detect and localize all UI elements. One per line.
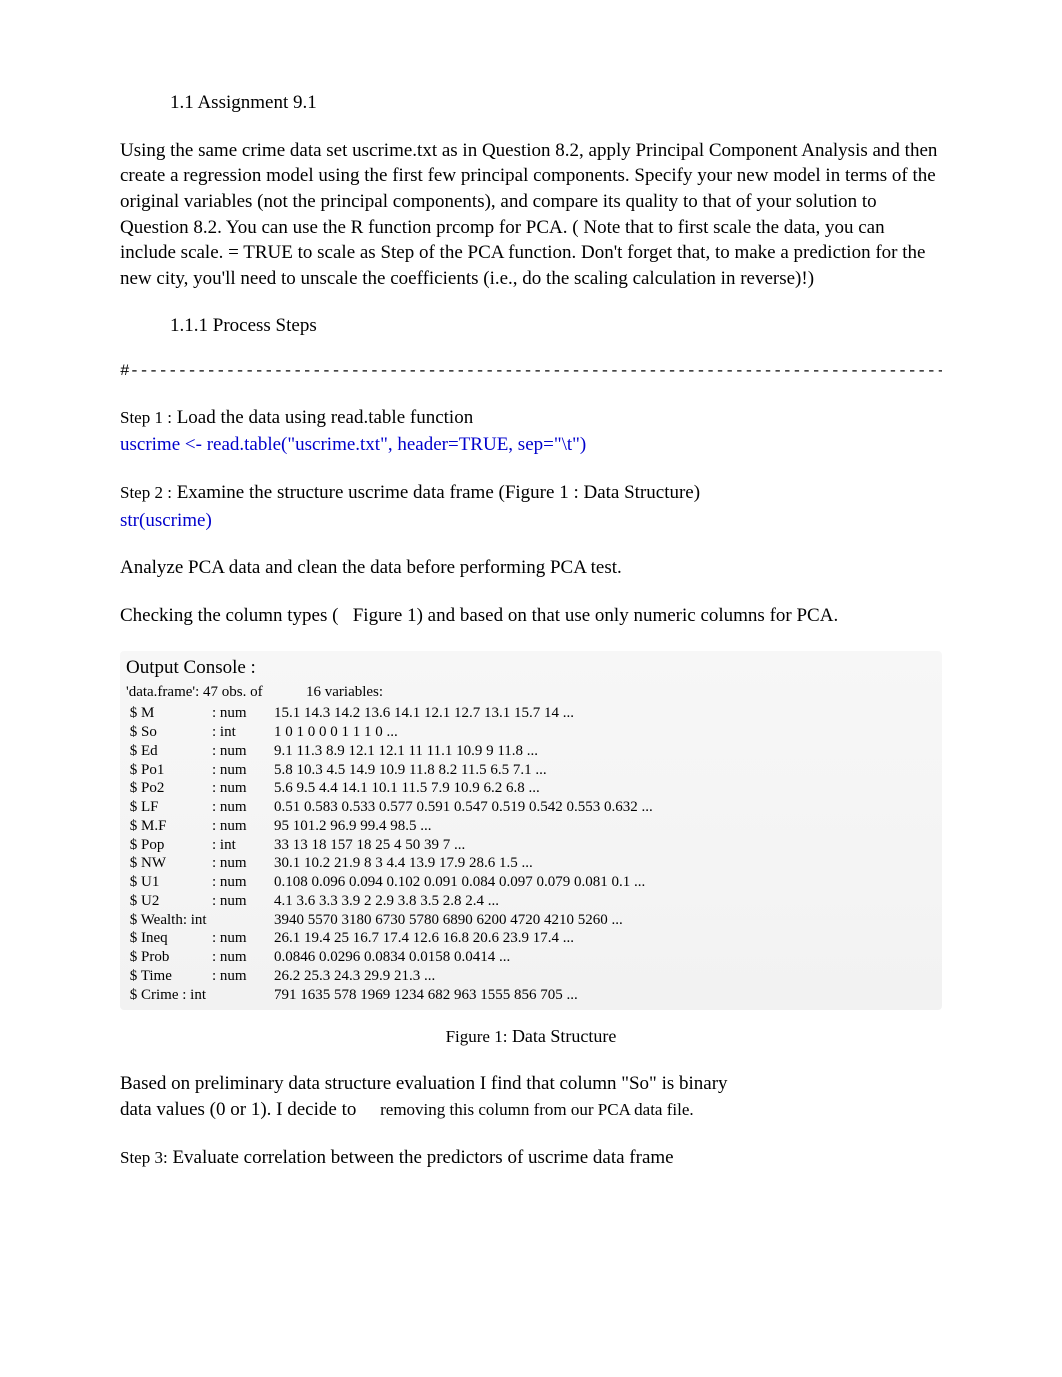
intro-paragraph: Using the same crime data set uscrime.tx… — [120, 138, 942, 292]
var-values: 0.108 0.096 0.094 0.102 0.091 0.084 0.09… — [274, 874, 645, 890]
step-1-label: Step 1 : — [120, 408, 172, 427]
var-name: $ Po1 — [126, 761, 212, 780]
step-3-text: Evaluate correlation between the predict… — [168, 1147, 674, 1168]
checking-fig: Figure 1 — [353, 605, 417, 626]
console-header: 'data.frame': 47 obs. of16 variables: — [126, 682, 936, 702]
var-name: $ So — [126, 723, 212, 742]
console-var-row: $ U1: num0.108 0.096 0.094 0.102 0.091 0… — [126, 873, 936, 892]
checking-pre: Checking the column types ( — [120, 605, 338, 626]
console-var-row: $ Wealth: int3940 5570 3180 6730 5780 68… — [126, 911, 936, 930]
console-var-row: $ Pop: int33 13 18 157 18 25 4 50 39 7 .… — [126, 836, 936, 855]
var-type: : num — [212, 742, 274, 761]
prelim-paragraph: Based on preliminary data structure eval… — [120, 1071, 942, 1122]
var-values: 791 1635 578 1969 1234 682 963 1555 856 … — [274, 987, 578, 1003]
var-type: : num — [212, 704, 274, 723]
var-values: 3940 5570 3180 6730 5780 6890 6200 4720 … — [274, 912, 623, 928]
var-type: : num — [212, 817, 274, 836]
step-2-block: Step 2 : Examine the structure uscrime d… — [120, 480, 942, 533]
step-3-block: Step 3: Evaluate correlation between the… — [120, 1145, 942, 1171]
console-var-row: $ NW: num30.1 10.2 21.9 8 3 4.4 13.9 17.… — [126, 854, 936, 873]
var-values: 4.1 3.6 3.3 3.9 2 2.9 3.8 3.5 2.8 2.4 ..… — [274, 893, 499, 909]
console-var-row: $ Prob: num0.0846 0.0296 0.0834 0.0158 0… — [126, 948, 936, 967]
console-var-row: $ Ed: num9.1 11.3 8.9 12.1 12.1 11 11.1 … — [126, 742, 936, 761]
console-var-row: $ Po1: num5.8 10.3 4.5 14.9 10.9 11.8 8.… — [126, 761, 936, 780]
var-name: $ U1 — [126, 873, 212, 892]
var-type: : num — [212, 854, 274, 873]
var-values: 1 0 1 0 0 0 1 1 1 0 ... — [274, 724, 398, 740]
var-name: $ M.F — [126, 817, 212, 836]
section-heading: 1.1 Assignment 9.1 — [120, 90, 942, 116]
var-type: : num — [212, 761, 274, 780]
var-type: : num — [212, 892, 274, 911]
var-name: $ U2 — [126, 892, 212, 911]
var-values: 33 13 18 157 18 25 4 50 39 7 ... — [274, 837, 465, 853]
var-values: 26.2 25.3 24.3 29.9 21.3 ... — [274, 968, 435, 984]
var-type: : num — [212, 798, 274, 817]
var-name-type: $ Wealth: int — [126, 911, 274, 930]
console-var-row: $ Po2: num5.6 9.5 4.4 14.1 10.1 11.5 7.9… — [126, 779, 936, 798]
var-type: : num — [212, 779, 274, 798]
var-name-type: $ Crime : int — [126, 986, 274, 1005]
figure-text: Data Structure — [507, 1026, 616, 1046]
var-values: 5.6 9.5 4.4 14.1 10.1 11.5 7.9 10.9 6.2 … — [274, 780, 540, 796]
step-1-text: Load the data using read.table function — [172, 407, 473, 428]
var-name: $ NW — [126, 854, 212, 873]
var-type: : num — [212, 873, 274, 892]
var-values: 15.1 14.3 14.2 13.6 14.1 12.1 12.7 13.1 … — [274, 705, 574, 721]
step-2-label: Step 2 : — [120, 483, 172, 502]
var-name: $ M — [126, 704, 212, 723]
figure-label: Figure 1: — [446, 1027, 508, 1046]
var-values: 0.0846 0.0296 0.0834 0.0158 0.0414 ... — [274, 949, 510, 965]
prelim-line1: Based on preliminary data structure eval… — [120, 1073, 728, 1094]
var-values: 95 101.2 96.9 99.4 98.5 ... — [274, 818, 432, 834]
step-3-label: Step 3: — [120, 1148, 168, 1167]
figure-caption: Figure 1: Data Structure — [120, 1024, 942, 1049]
var-name: $ Time — [126, 967, 212, 986]
sub-heading: 1.1.1 Process Steps — [120, 313, 942, 339]
console-rows: $ M: num15.1 14.3 14.2 13.6 14.1 12.1 12… — [126, 704, 936, 1004]
console-var-row: $ So: int1 0 1 0 0 0 1 1 1 0 ... — [126, 723, 936, 742]
console-var-row: $ LF: num0.51 0.583 0.533 0.577 0.591 0.… — [126, 798, 936, 817]
hr-divider: #---------------------------------------… — [120, 361, 942, 383]
var-name: $ Pop — [126, 836, 212, 855]
console-var-row: $ M.F: num95 101.2 96.9 99.4 98.5 ... — [126, 817, 936, 836]
var-type: : num — [212, 929, 274, 948]
checking-text: Checking the column types ( Figure 1) an… — [120, 603, 942, 629]
output-console: Output Console : 'data.frame': 47 obs. o… — [120, 651, 942, 1011]
analyze-text: Analyze PCA data and clean the data befo… — [120, 555, 942, 581]
console-var-row: $ Ineq: num26.1 19.4 25 16.7 17.4 12.6 1… — [126, 929, 936, 948]
console-var-row: $ M: num15.1 14.3 14.2 13.6 14.1 12.1 12… — [126, 704, 936, 723]
console-header-left: 'data.frame': 47 obs. of — [126, 682, 306, 702]
prelim-line2b: removing this column from our PCA data f… — [380, 1100, 694, 1119]
step-2-text: Examine the structure uscrime data frame… — [172, 482, 700, 503]
console-header-right: 16 variables: — [306, 684, 383, 700]
console-var-row: $ Crime : int791 1635 578 1969 1234 682 … — [126, 986, 936, 1005]
var-name: $ Ed — [126, 742, 212, 761]
step-1-code: uscrime <- read.table("uscrime.txt", hea… — [120, 432, 942, 458]
step-2-code: str(uscrime) — [120, 508, 942, 534]
var-values: 30.1 10.2 21.9 8 3 4.4 13.9 17.9 28.6 1.… — [274, 855, 533, 871]
var-values: 0.51 0.583 0.533 0.577 0.591 0.547 0.519… — [274, 799, 653, 815]
var-name: $ LF — [126, 798, 212, 817]
var-name: $ Prob — [126, 948, 212, 967]
var-name: $ Po2 — [126, 779, 212, 798]
var-values: 9.1 11.3 8.9 12.1 12.1 11 11.1 10.9 9 11… — [274, 743, 538, 759]
step-1-block: Step 1 : Load the data using read.table … — [120, 405, 942, 458]
checking-post: ) and based on that use only numeric col… — [417, 605, 839, 626]
var-name: $ Ineq — [126, 929, 212, 948]
console-var-row: $ Time: num26.2 25.3 24.3 29.9 21.3 ... — [126, 967, 936, 986]
var-values: 26.1 19.4 25 16.7 17.4 12.6 16.8 20.6 23… — [274, 930, 574, 946]
var-type: : int — [212, 836, 274, 855]
var-type: : num — [212, 967, 274, 986]
var-values: 5.8 10.3 4.5 14.9 10.9 11.8 8.2 11.5 6.5… — [274, 762, 547, 778]
prelim-line2a: data values (0 or 1). I decide to — [120, 1099, 356, 1120]
var-type: : num — [212, 948, 274, 967]
var-type: : int — [212, 723, 274, 742]
console-var-row: $ U2: num4.1 3.6 3.3 3.9 2 2.9 3.8 3.5 2… — [126, 892, 936, 911]
console-title: Output Console : — [126, 655, 936, 681]
